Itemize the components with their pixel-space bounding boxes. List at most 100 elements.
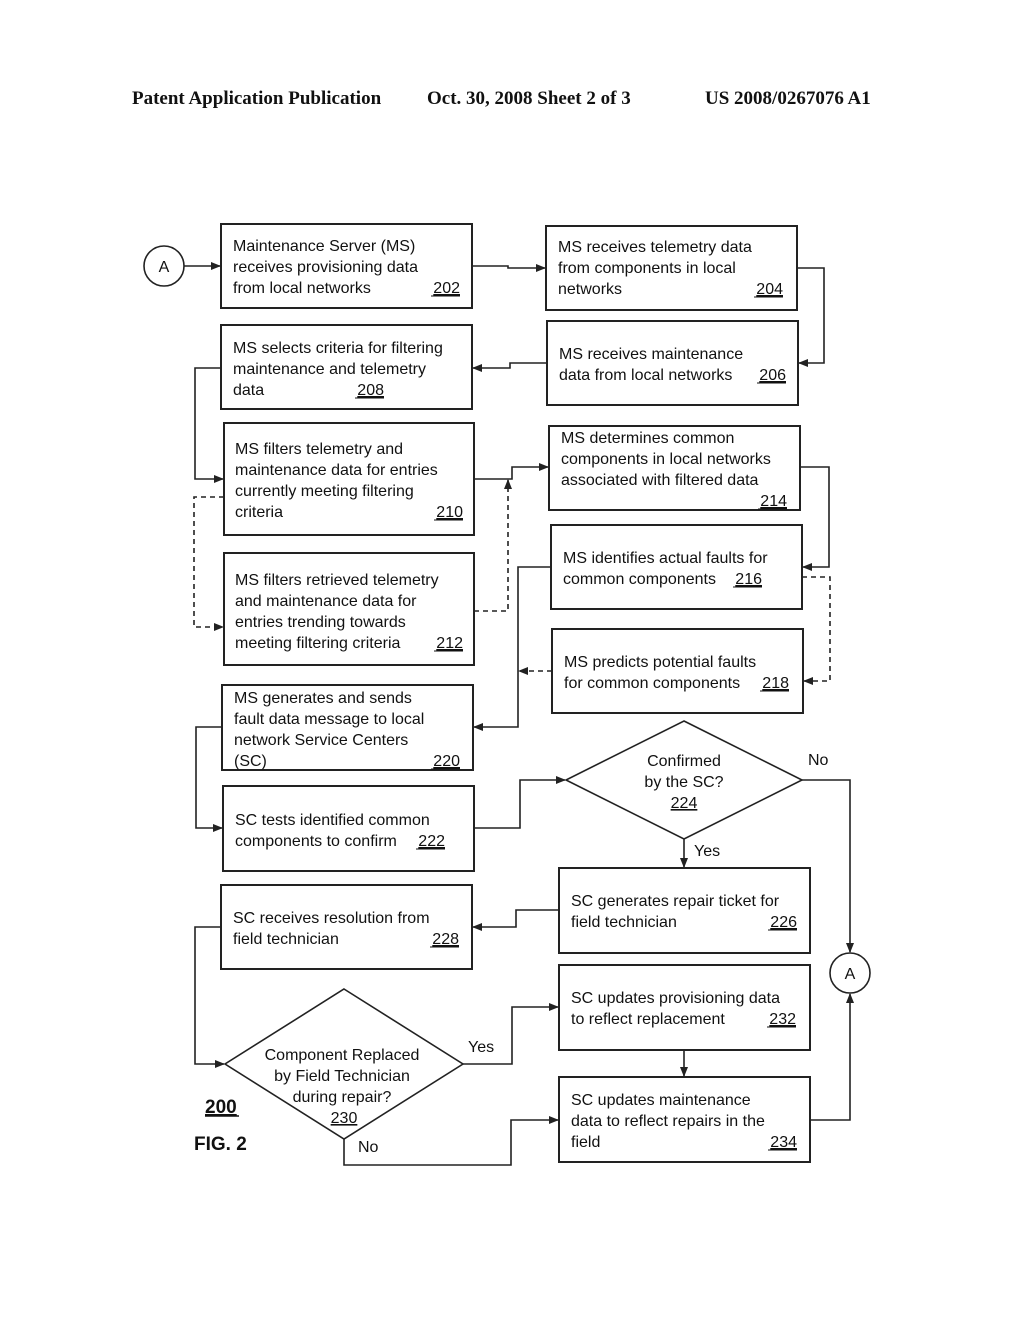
box-text-line: to reflect replacement [571, 1011, 725, 1028]
process-box [558, 867, 811, 954]
flowchart: A A Maintenance Server (MS) receives prov… [143, 223, 871, 1166]
box-text-line: MS determines common [561, 430, 734, 447]
box-text-line: data [233, 382, 264, 399]
arrow-214-to-216 [800, 466, 830, 571]
branch-label-yes: Yes [468, 1039, 494, 1056]
connector-a-end: A [829, 952, 871, 994]
box-ref-number: 218 [762, 675, 789, 692]
box-text-line: field technician [233, 931, 339, 948]
node-210: MS filters telemetry and maintenance data… [223, 422, 475, 536]
node-216: MS identifies actual faults for common co… [550, 524, 803, 610]
box-text-line: components in local networks [561, 451, 771, 468]
arrow-226-to-228 [472, 909, 559, 931]
arrow-208-to-210 [194, 367, 224, 483]
decision-230: Component Replaced by Field Technician d… [223, 988, 494, 1156]
box-text-line: receives provisioning data [233, 259, 418, 276]
box-text-line: SC generates repair ticket for [571, 893, 780, 910]
box-text-line: associated with filtered data [561, 472, 759, 489]
decision-text: by Field Technician [274, 1068, 410, 1085]
box-text-line: MS selects criteria for filtering [233, 340, 443, 357]
arrow-228-to-230 [194, 926, 225, 1068]
box-text-line: SC updates maintenance [571, 1092, 751, 1109]
figure-ref: 200 [205, 1097, 237, 1118]
box-text-line: network Service Centers [234, 732, 408, 749]
decision-ref: 224 [671, 795, 698, 812]
dashed-arrow-212-to-214 [474, 479, 512, 612]
box-text-line: SC tests identified common [235, 812, 430, 829]
connector-a-start: A [143, 245, 185, 287]
box-ref-number: 216 [735, 571, 762, 588]
box-text-line: MS receives maintenance [559, 346, 743, 363]
node-206: MS receives maintenance data from local n… [546, 320, 799, 406]
box-text-line: Maintenance Server (MS) [233, 238, 415, 255]
node-204: MS receives telemetry data from component… [545, 225, 798, 311]
box-text-line: maintenance data for entries [235, 462, 438, 479]
box-text-line: common components [563, 571, 716, 588]
node-234: SC updates maintenance data to reflect re… [558, 1076, 811, 1163]
arrow-206-to-208 [472, 362, 547, 372]
decision-text: Confirmed [647, 753, 721, 770]
node-232: SC updates provisioning data to reflect r… [558, 964, 811, 1051]
figure-label: FIG. 2 [194, 1134, 247, 1155]
box-text-line: components to confirm [235, 833, 397, 850]
box-ref-number: 202 [433, 280, 460, 297]
box-text-line: for common components [564, 675, 740, 692]
node-220: MS generates and sends fault data message… [221, 684, 474, 771]
arrow-216-to-220 [473, 566, 551, 731]
arrow-234-to-a [810, 993, 854, 1121]
box-text-line: data to reflect repairs in the [571, 1113, 765, 1130]
process-box [551, 628, 804, 714]
box-text-line: entries trending towards [235, 614, 406, 631]
box-ref-number: 222 [418, 833, 445, 850]
box-text-line: field technician [571, 914, 677, 931]
box-text-line: and maintenance data for [235, 593, 417, 610]
box-ref-number: 208 [357, 382, 384, 399]
node-212: MS filters retrieved telemetry and mainte… [223, 552, 475, 666]
decision-text: during repair? [293, 1089, 392, 1106]
box-text-line: fault data message to local [234, 711, 424, 728]
arrow-220-to-222 [195, 726, 223, 832]
node-218: MS predicts potential faults for common c… [551, 628, 804, 714]
box-text-line: maintenance and telemetry [233, 361, 426, 378]
node-228: SC receives resolution from field technic… [220, 884, 473, 970]
box-text-line: networks [558, 281, 622, 298]
branch-label-no: No [808, 752, 829, 769]
decision-224: Confirmed by the SC? 224 No Yes [564, 720, 829, 860]
box-ref-number: 210 [436, 504, 463, 521]
box-ref-number: 226 [770, 914, 797, 931]
box-text-line: MS receives telemetry data [558, 239, 752, 256]
arrow-222-to-224 [474, 776, 566, 829]
node-208: MS selects criteria for filtering mainten… [220, 324, 473, 410]
box-ref-number: 204 [756, 281, 783, 298]
branch-label-yes: Yes [694, 843, 720, 860]
box-text-line: from local networks [233, 280, 371, 297]
box-ref-number: 220 [433, 753, 460, 770]
box-text-line: (SC) [234, 753, 267, 770]
box-text-line: MS filters retrieved telemetry [235, 572, 439, 589]
arrow-202-to-204 [472, 264, 546, 272]
box-text-line: SC receives resolution from [233, 910, 430, 927]
box-ref-number: 212 [436, 635, 463, 652]
decision-text: Component Replaced [265, 1047, 420, 1064]
box-ref-number: 214 [760, 493, 787, 510]
node-222: SC tests identified common components to … [222, 785, 475, 872]
dashed-arrow-216-to-218 [802, 576, 831, 685]
box-text-line: currently meeting filtering [235, 483, 414, 500]
dashed-arrow-210-to-212 [193, 496, 224, 631]
box-ref-number: 228 [432, 931, 459, 948]
arrow-210-to-214 [474, 463, 549, 480]
branch-label-no: No [358, 1139, 379, 1156]
box-text-line: field [571, 1134, 600, 1151]
box-text-line: data from local networks [559, 367, 732, 384]
box-ref-number: 234 [770, 1134, 797, 1151]
decision-ref: 230 [331, 1110, 358, 1127]
box-text-line: MS generates and sends [234, 690, 412, 707]
node-214: MS determines common components in local … [548, 425, 801, 511]
node-202: Maintenance Server (MS) receives provisio… [220, 223, 473, 309]
connector-label: A [845, 966, 856, 983]
box-text-line: MS filters telemetry and [235, 441, 403, 458]
arrow-204-to-206 [797, 267, 825, 367]
connector-label: A [159, 259, 170, 276]
box-ref-number: 206 [759, 367, 786, 384]
process-box [546, 320, 799, 406]
